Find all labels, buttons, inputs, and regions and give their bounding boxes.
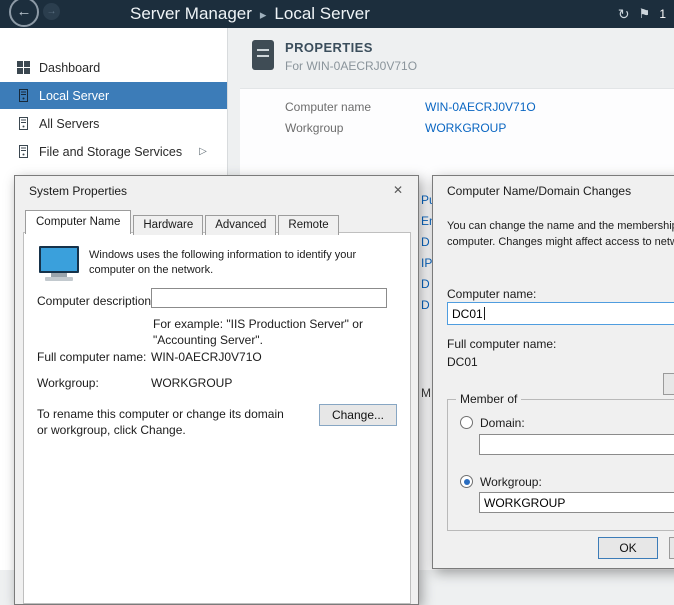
- dialog-intro-line2: computer. Changes might affect access to…: [447, 236, 674, 248]
- full-computer-name-value: WIN-0AECRJ0V71O: [151, 350, 262, 364]
- sidebar-item-file-storage-services[interactable]: File and Storage Services ▷: [0, 138, 227, 165]
- domain-radio-label: Domain:: [480, 416, 525, 430]
- ok-button-label: OK: [619, 541, 636, 555]
- computer-name-value: DC01: [452, 307, 483, 321]
- computer-description-input[interactable]: [151, 288, 387, 308]
- close-icon[interactable]: ✕: [386, 181, 410, 200]
- workgroup-radio[interactable]: [460, 475, 473, 488]
- system-properties-dialog: System Properties ✕ Computer Name Hardwa…: [14, 175, 419, 605]
- computer-description-label: Computer description:: [37, 294, 154, 308]
- full-computer-name-value: DC01: [447, 355, 478, 369]
- property-value-fragment: En: [421, 211, 432, 232]
- domain-input[interactable]: [479, 434, 674, 455]
- forward-icon: →: [47, 6, 57, 17]
- sidebar-item-label: Dashboard: [39, 61, 100, 75]
- properties-title: PROPERTIES: [285, 40, 373, 55]
- ok-button[interactable]: OK: [598, 537, 658, 559]
- chevron-expander-icon[interactable]: ▷: [199, 146, 207, 157]
- member-of-label: Member of: [456, 392, 521, 406]
- notification-flag-icon[interactable]: ⚑: [639, 6, 651, 22]
- properties-subtitle: For WIN-0AECRJ0V71O: [285, 59, 417, 73]
- property-value-fragment: D: [421, 295, 432, 316]
- workgroup-label: Workgroup:: [37, 376, 99, 390]
- title-bar: ← → Server Manager▸Local Server ↻ ⚑ 1: [0, 0, 674, 28]
- tab-computer-name[interactable]: Computer Name: [25, 210, 131, 234]
- identify-computer-text: Windows uses the following information t…: [89, 248, 394, 278]
- servers-icon: [17, 117, 30, 130]
- computer-name-input[interactable]: DC01: [447, 302, 674, 325]
- monitor-icon: [37, 245, 81, 288]
- sidebar-item-label: File and Storage Services: [39, 145, 182, 159]
- change-button-label: Change...: [332, 408, 384, 422]
- computer-name-label: Computer name:: [447, 287, 536, 301]
- description-example-text: For example: "IIS Production Server" or …: [153, 316, 391, 348]
- dialog-title: System Properties: [29, 184, 127, 198]
- property-value-fragment: D: [421, 274, 432, 295]
- rename-hint-text: To rename this computer or change its do…: [37, 406, 297, 438]
- more-button-cutoff[interactable]: [663, 373, 674, 395]
- workgroup-value: WORKGROUP: [151, 376, 232, 390]
- workgroup-input-value: WORKGROUP: [484, 496, 565, 510]
- back-button[interactable]: ←: [9, 0, 39, 27]
- property-label-computer-name: Computer name: [285, 100, 371, 114]
- storage-icon: [17, 145, 30, 158]
- sidebar-item-label: All Servers: [39, 117, 99, 131]
- breadcrumb-separator-icon: ▸: [252, 7, 275, 22]
- tab-strip: Computer Name Hardware Advanced Remote: [25, 209, 341, 233]
- full-computer-name-label: Full computer name:: [37, 350, 146, 364]
- computer-name-tab-page: Windows uses the following information t…: [23, 232, 411, 604]
- sidebar-item-dashboard[interactable]: Dashboard: [0, 54, 227, 81]
- property-value-fragment: D: [421, 232, 432, 253]
- sidebar-item-all-servers[interactable]: All Servers: [0, 110, 227, 137]
- workgroup-input[interactable]: WORKGROUP: [479, 492, 674, 513]
- property-value-fragment: Pu: [421, 190, 432, 211]
- property-value-fragment: M: [421, 386, 432, 400]
- property-value-fragment: IP: [421, 253, 432, 274]
- refresh-icon[interactable]: ↻: [618, 6, 630, 23]
- tab-advanced[interactable]: Advanced: [205, 215, 276, 235]
- tab-hardware[interactable]: Hardware: [133, 215, 203, 235]
- computer-name-domain-changes-dialog: Computer Name/Domain Changes You can cha…: [432, 175, 674, 569]
- app-title: Server Manager: [130, 4, 252, 23]
- forward-button[interactable]: →: [43, 3, 60, 20]
- full-computer-name-label: Full computer name:: [447, 337, 556, 351]
- tab-remote[interactable]: Remote: [278, 215, 338, 235]
- back-icon: ←: [17, 3, 32, 20]
- workgroup-radio-label: Workgroup:: [480, 475, 542, 489]
- domain-radio[interactable]: [460, 416, 473, 429]
- properties-tile-icon: [252, 40, 274, 70]
- server-icon: [17, 89, 30, 102]
- member-of-groupbox: Member of Domain: Workgroup: WORKGROUP: [447, 399, 674, 531]
- property-value-workgroup[interactable]: WORKGROUP: [425, 121, 506, 135]
- property-value-computer-name[interactable]: WIN-0AECRJ0V71O: [425, 100, 536, 114]
- page-title: Local Server: [274, 4, 369, 23]
- dialog-title: Computer Name/Domain Changes: [447, 184, 631, 198]
- property-label-workgroup: Workgroup: [285, 121, 343, 135]
- dashboard-icon: [17, 61, 30, 74]
- breadcrumb: Server Manager▸Local Server: [130, 0, 370, 28]
- dialog-intro-line1: You can change the name and the membersh…: [447, 220, 674, 232]
- change-button[interactable]: Change...: [319, 404, 397, 426]
- titlebar-actions: ↻ ⚑ 1: [618, 0, 666, 28]
- notification-count: 1: [659, 7, 666, 21]
- text-caret: [484, 307, 485, 320]
- sidebar-item-local-server[interactable]: Local Server: [0, 82, 227, 109]
- cancel-button-cutoff[interactable]: [669, 537, 674, 559]
- covered-property-values-sliver: Pu En D IP D D: [421, 190, 432, 350]
- sidebar-item-label: Local Server: [39, 89, 109, 103]
